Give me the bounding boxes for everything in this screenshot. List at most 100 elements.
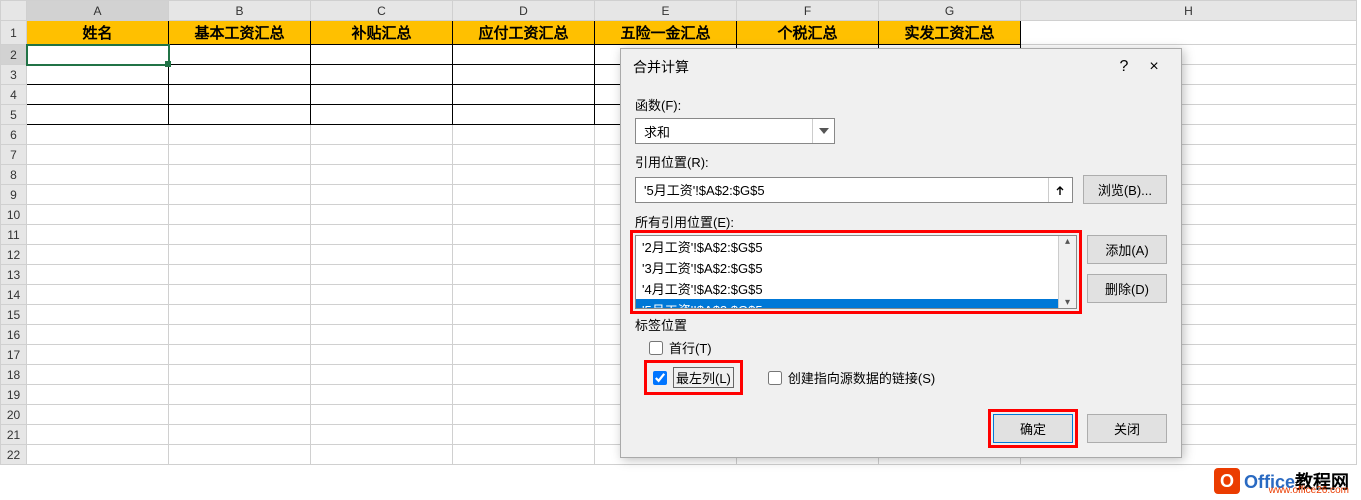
cell[interactable]: [453, 105, 595, 125]
cell[interactable]: [169, 65, 311, 85]
cell[interactable]: [27, 185, 169, 205]
cell[interactable]: [311, 165, 453, 185]
row-header[interactable]: 3: [1, 65, 27, 85]
cell[interactable]: [169, 125, 311, 145]
column-header[interactable]: A: [27, 1, 169, 21]
range-picker-icon[interactable]: [1048, 178, 1072, 202]
cell[interactable]: [311, 145, 453, 165]
cell[interactable]: [27, 225, 169, 245]
column-header[interactable]: B: [169, 1, 311, 21]
row-header[interactable]: 6: [1, 125, 27, 145]
cell[interactable]: [311, 405, 453, 425]
cell[interactable]: [27, 105, 169, 125]
close-button[interactable]: 关闭: [1087, 414, 1167, 443]
cell[interactable]: [169, 225, 311, 245]
row-header[interactable]: 15: [1, 305, 27, 325]
cell[interactable]: [311, 205, 453, 225]
cell[interactable]: [311, 345, 453, 365]
top-row-checkbox[interactable]: [649, 341, 663, 355]
cell[interactable]: [169, 365, 311, 385]
left-column-checkbox[interactable]: [653, 371, 667, 385]
cell[interactable]: [27, 305, 169, 325]
cell[interactable]: [169, 265, 311, 285]
chevron-down-icon[interactable]: [812, 119, 834, 143]
row-header[interactable]: 2: [1, 45, 27, 65]
cell[interactable]: [27, 145, 169, 165]
list-item[interactable]: '2月工资'!$A$2:$G$5: [636, 236, 1058, 257]
cell[interactable]: [311, 245, 453, 265]
cell[interactable]: [453, 145, 595, 165]
cell[interactable]: [453, 305, 595, 325]
delete-button[interactable]: 删除(D): [1087, 274, 1167, 303]
row-header[interactable]: 13: [1, 265, 27, 285]
row-header[interactable]: 1: [1, 21, 27, 45]
cell[interactable]: 应付工资汇总: [453, 21, 595, 45]
cell[interactable]: [169, 45, 311, 65]
dialog-titlebar[interactable]: 合并计算 ? ×: [621, 49, 1181, 85]
cell[interactable]: [27, 405, 169, 425]
cell[interactable]: [27, 205, 169, 225]
column-header[interactable]: E: [595, 1, 737, 21]
cell[interactable]: 姓名: [27, 21, 169, 45]
cell[interactable]: [311, 85, 453, 105]
cell[interactable]: [311, 45, 453, 65]
cell[interactable]: [27, 65, 169, 85]
column-header[interactable]: G: [879, 1, 1021, 21]
cell[interactable]: 实发工资汇总: [879, 21, 1021, 45]
cell[interactable]: [453, 245, 595, 265]
cell[interactable]: [169, 405, 311, 425]
cell[interactable]: [311, 185, 453, 205]
cell[interactable]: 五险一金汇总: [595, 21, 737, 45]
row-header[interactable]: 21: [1, 425, 27, 445]
cell[interactable]: [169, 285, 311, 305]
cell[interactable]: [169, 325, 311, 345]
row-header[interactable]: 17: [1, 345, 27, 365]
row-header[interactable]: 8: [1, 165, 27, 185]
cell[interactable]: [169, 385, 311, 405]
cell[interactable]: [453, 65, 595, 85]
cell[interactable]: [311, 445, 453, 465]
cell[interactable]: [453, 165, 595, 185]
cell[interactable]: [453, 285, 595, 305]
all-references-listbox[interactable]: '2月工资'!$A$2:$G$5'3月工资'!$A$2:$G$5'4月工资'!$…: [635, 235, 1077, 309]
cell[interactable]: [311, 425, 453, 445]
cell[interactable]: [311, 105, 453, 125]
cell[interactable]: [311, 125, 453, 145]
cell[interactable]: [27, 365, 169, 385]
cell[interactable]: [453, 45, 595, 65]
column-header[interactable]: F: [737, 1, 879, 21]
column-header[interactable]: D: [453, 1, 595, 21]
cell[interactable]: [169, 145, 311, 165]
cell[interactable]: [453, 365, 595, 385]
cell[interactable]: [1021, 21, 1357, 45]
row-header[interactable]: 20: [1, 405, 27, 425]
cell[interactable]: [311, 305, 453, 325]
cell[interactable]: [169, 205, 311, 225]
cell[interactable]: [311, 325, 453, 345]
cell[interactable]: [453, 125, 595, 145]
cell[interactable]: [169, 105, 311, 125]
cell[interactable]: [27, 265, 169, 285]
cell[interactable]: [27, 165, 169, 185]
cell[interactable]: [169, 345, 311, 365]
help-icon[interactable]: ?: [1109, 58, 1139, 76]
column-header[interactable]: C: [311, 1, 453, 21]
cell[interactable]: 个税汇总: [737, 21, 879, 45]
cell[interactable]: [453, 325, 595, 345]
cell[interactable]: [453, 185, 595, 205]
browse-button[interactable]: 浏览(B)...: [1083, 175, 1167, 204]
cell[interactable]: [169, 185, 311, 205]
cell[interactable]: [169, 425, 311, 445]
cell[interactable]: [311, 265, 453, 285]
list-item[interactable]: '5月工资'!$A$2:$G$5: [636, 299, 1058, 308]
scrollbar[interactable]: ▴ ▾: [1058, 236, 1076, 308]
cell[interactable]: [453, 205, 595, 225]
cell[interactable]: [27, 445, 169, 465]
cell[interactable]: [311, 385, 453, 405]
cell[interactable]: [27, 325, 169, 345]
add-button[interactable]: 添加(A): [1087, 235, 1167, 264]
cell[interactable]: [311, 65, 453, 85]
cell[interactable]: [453, 445, 595, 465]
row-header[interactable]: 7: [1, 145, 27, 165]
cell[interactable]: [169, 245, 311, 265]
